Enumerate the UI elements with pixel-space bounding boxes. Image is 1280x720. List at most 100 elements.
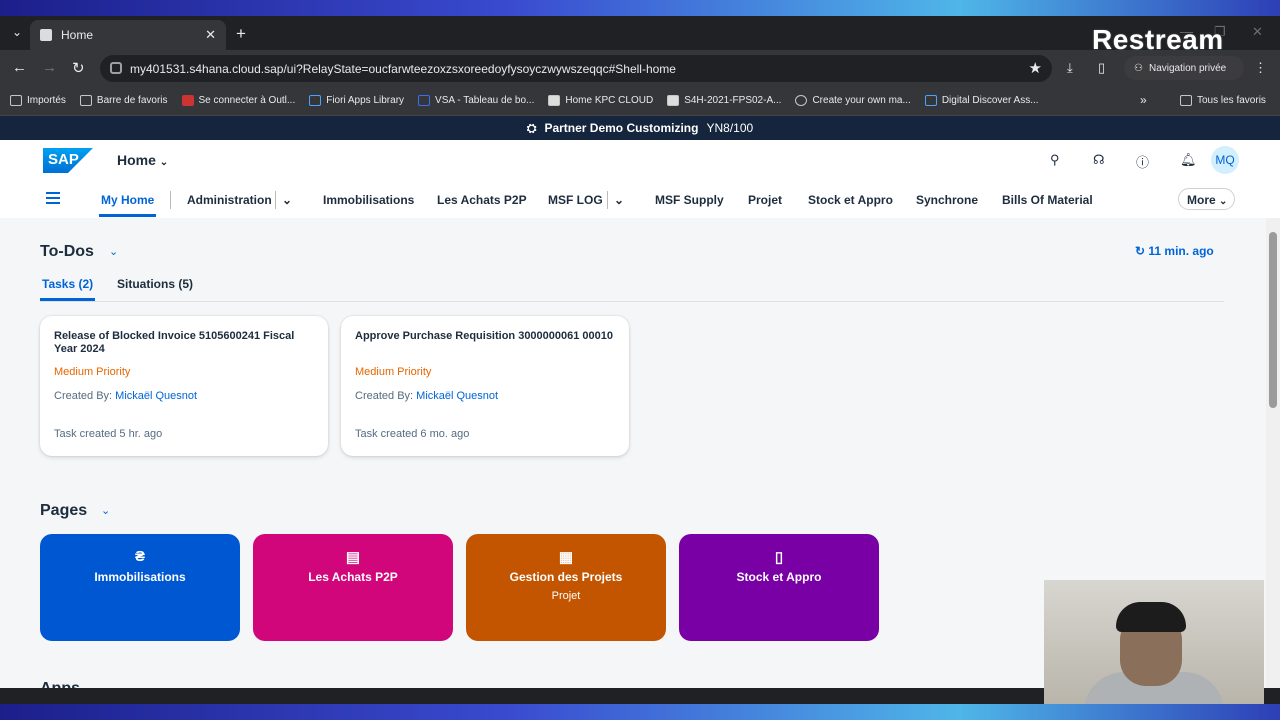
- created-by-link[interactable]: Mickaël Quesnot: [115, 390, 197, 402]
- nav-achats-p2p[interactable]: Les Achats P2P: [437, 193, 527, 207]
- refresh-button[interactable]: ↻ 11 min. ago: [1135, 244, 1214, 258]
- bookmark-item[interactable]: S4H-2021-FPS02-A...: [667, 95, 781, 106]
- incognito-icon: ⚇: [1134, 62, 1143, 74]
- tile-subtitle: Projet: [551, 590, 581, 602]
- bookmark-label: Digital Discover Ass...: [941, 95, 1039, 106]
- page-tile-achats-p2p[interactable]: ▤ Les Achats P2P: [253, 534, 453, 641]
- bookmark-item[interactable]: Create your own ma...: [795, 95, 911, 106]
- site-info-icon[interactable]: [110, 62, 122, 74]
- more-label: More: [1187, 193, 1216, 207]
- scrollbar-thumb[interactable]: [1269, 232, 1277, 408]
- tile-label: Immobilisations: [94, 570, 186, 584]
- search-icon[interactable]: ⚲: [1050, 152, 1060, 168]
- sidepanel-icon[interactable]: ▯: [1098, 60, 1105, 76]
- incognito-badge[interactable]: ⚇ Navigation privée: [1124, 56, 1244, 80]
- browser-toolbar: ← → ↻ my401531.s4hana.cloud.sap/ui?Relay…: [0, 50, 1280, 86]
- task-priority: Medium Priority: [355, 366, 432, 378]
- close-window-icon[interactable]: ✕: [1252, 24, 1263, 40]
- page-scrollbar[interactable]: [1266, 218, 1280, 688]
- restream-watermark: Restream: [1092, 24, 1224, 55]
- tab-search-icon[interactable]: ⌄: [8, 25, 26, 43]
- system-name: Partner Demo Customizing: [544, 121, 699, 135]
- browser-menu-icon[interactable]: ⋮: [1254, 60, 1267, 76]
- user-avatar[interactable]: MQ: [1211, 146, 1239, 174]
- nav-synchrone[interactable]: Synchrone: [916, 193, 978, 207]
- outlook-icon: [181, 95, 194, 106]
- forward-icon[interactable]: →: [42, 59, 57, 76]
- reload-icon[interactable]: ↻: [72, 59, 85, 77]
- tab-strip: ⌄ Home ✕ + — ❐ ✕: [0, 16, 1280, 50]
- pages-title: Pages: [40, 502, 88, 519]
- tab-tasks[interactable]: Tasks (2): [39, 277, 96, 301]
- nav-projet[interactable]: Projet: [748, 193, 782, 207]
- bookmark-item[interactable]: Barre de favoris: [79, 95, 168, 106]
- task-title: Release of Blocked Invoice 5105600241 Fi…: [54, 330, 295, 355]
- created-by-link[interactable]: Mickaël Quesnot: [416, 390, 498, 402]
- nav-immobilisations[interactable]: Immobilisations: [323, 193, 414, 207]
- nav-bills-of-material[interactable]: Bills Of Material: [1002, 193, 1093, 207]
- all-bookmarks[interactable]: Tous les favoris: [1180, 95, 1266, 106]
- bookmark-item[interactable]: Home KPC CLOUD: [548, 95, 653, 106]
- sap-icon: [924, 95, 937, 106]
- nav-separator: [275, 191, 276, 209]
- page-tile-gestion-projets[interactable]: ▦ Gestion des Projets Projet: [466, 534, 666, 641]
- todos-title: To-Dos: [40, 243, 94, 260]
- page-icon: [667, 95, 680, 106]
- created-by-label: Created By:: [54, 390, 113, 402]
- asset-icon: ₴: [134, 548, 145, 565]
- close-tab-icon[interactable]: ✕: [205, 27, 216, 43]
- more-bookmarks-icon[interactable]: »: [1140, 93, 1147, 107]
- folder-icon: [10, 95, 22, 106]
- nav-stock-appro[interactable]: Stock et Appro: [808, 193, 893, 207]
- bookmark-item[interactable]: VSA - Tableau de bo...: [418, 95, 534, 106]
- nav-msf-log[interactable]: MSF LOG: [548, 193, 603, 207]
- chevron-down-icon[interactable]: ⌄: [614, 193, 624, 207]
- address-bar[interactable]: my401531.s4hana.cloud.sap/ui?RelayState=…: [100, 55, 1052, 82]
- page-tile-immobilisations[interactable]: ₴ Immobilisations: [40, 534, 240, 641]
- webcam-overlay: [1044, 580, 1264, 704]
- vsa-icon: [418, 95, 431, 106]
- menu-icon[interactable]: [46, 192, 60, 204]
- chevron-down-icon[interactable]: ⌄: [282, 193, 292, 207]
- chevron-down-icon: ⌄: [159, 157, 169, 168]
- support-icon[interactable]: ☊: [1093, 152, 1105, 168]
- webcam-person-cap: [1116, 602, 1186, 632]
- bookmark-item[interactable]: Importés: [10, 95, 66, 106]
- tab-situations[interactable]: Situations (5): [117, 277, 193, 291]
- notifications-icon[interactable]: 🔔︎: [1180, 152, 1197, 168]
- chevron-down-icon: ⌄: [1219, 196, 1228, 207]
- all-bookmarks-label: Tous les favoris: [1197, 95, 1266, 106]
- url-text: my401531.s4hana.cloud.sap/ui?RelayState=…: [130, 61, 676, 76]
- bookmark-star-icon[interactable]: ★: [1029, 59, 1042, 77]
- task-title: Approve Purchase Requisition 3000000061 …: [355, 330, 614, 342]
- download-icon[interactable]: ⤓: [1067, 60, 1073, 76]
- task-card[interactable]: Release of Blocked Invoice 5105600241 Fi…: [40, 316, 328, 456]
- new-tab-icon[interactable]: +: [236, 24, 246, 44]
- chevron-down-icon[interactable]: ⌄: [109, 245, 118, 258]
- chevron-down-icon[interactable]: ⌄: [95, 682, 104, 688]
- nav-msf-supply[interactable]: MSF Supply: [655, 193, 724, 207]
- todo-tabs: Tasks (2) Situations (5): [39, 274, 1224, 302]
- shell-bar: SAP Home ⌄ ⚲ ☊ ⓘ 🔔︎ MQ: [0, 140, 1280, 180]
- nav-my-home[interactable]: My Home: [98, 193, 157, 217]
- bookmark-item[interactable]: Digital Discover Ass...: [924, 95, 1039, 106]
- back-icon[interactable]: ←: [12, 59, 27, 76]
- more-button[interactable]: More ⌄: [1178, 188, 1235, 210]
- apps-title: Apps: [40, 680, 80, 688]
- space-navigation: My Home Administration ⌄ Immobilisations…: [0, 180, 1280, 219]
- sap-logo[interactable]: SAP: [43, 148, 93, 173]
- created-by-label: Created By:: [355, 390, 414, 402]
- bookmark-item[interactable]: Fiori Apps Library: [309, 95, 404, 106]
- document-list-icon: ▤: [345, 549, 361, 566]
- chevron-down-icon[interactable]: ⌄: [101, 504, 110, 517]
- browser-tab[interactable]: Home ✕: [30, 20, 226, 50]
- shell-title-menu[interactable]: Home ⌄: [117, 152, 168, 168]
- task-card[interactable]: Approve Purchase Requisition 3000000061 …: [341, 316, 629, 456]
- nav-administration[interactable]: Administration: [187, 193, 272, 207]
- document-icon: ▯: [774, 549, 784, 566]
- help-icon[interactable]: ⓘ: [1136, 152, 1149, 171]
- task-created-time: Task created 6 mo. ago: [355, 428, 470, 440]
- page-tile-stock-appro[interactable]: ▯ Stock et Appro: [679, 534, 879, 641]
- tab-favicon-icon: [40, 29, 52, 41]
- bookmark-item[interactable]: Se connecter à Outl...: [181, 95, 295, 106]
